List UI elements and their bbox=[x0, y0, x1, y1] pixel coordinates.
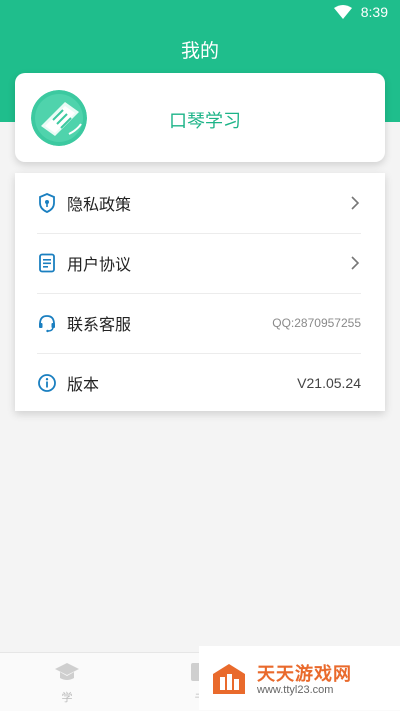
document-icon bbox=[37, 253, 57, 273]
wifi-icon bbox=[334, 5, 352, 19]
watermark-url: www.ttyl23.com bbox=[257, 684, 334, 696]
graduation-cap-icon bbox=[55, 663, 79, 680]
nav-label-learn: 学 bbox=[61, 691, 73, 704]
status-time: 8:39 bbox=[360, 4, 388, 20]
watermark-logo-icon bbox=[213, 664, 245, 694]
shield-icon bbox=[37, 193, 57, 213]
menu-item-version[interactable]: 版本 V21.05.24 bbox=[37, 353, 361, 413]
menu-item-privacy-policy[interactable]: 隐私政策 bbox=[37, 173, 361, 234]
menu-item-user-agreement[interactable]: 用户协议 bbox=[37, 233, 361, 294]
menu-label-user-agreement: 用户协议 bbox=[67, 255, 132, 274]
watermark-title: 天天游戏网 bbox=[257, 664, 352, 685]
chevron-right-icon bbox=[351, 196, 360, 210]
qq-contact-value: QQ:2870957255 bbox=[272, 316, 361, 330]
page-title: 我的 bbox=[180, 40, 219, 62]
profile-name: 口琴学习 bbox=[169, 111, 241, 132]
menu-label-version: 版本 bbox=[67, 375, 100, 394]
info-icon bbox=[37, 373, 57, 393]
menu-label-privacy-policy: 隐私政策 bbox=[67, 195, 132, 214]
nav-item-learn[interactable]: 学 bbox=[37, 661, 97, 705]
chevron-right-icon bbox=[351, 256, 360, 270]
watermark-badge: 天天游戏网 www.ttyl23.com bbox=[199, 646, 400, 710]
menu-label-customer-service: 联系客服 bbox=[67, 315, 132, 334]
profile-card[interactable]: 口琴学习 bbox=[15, 73, 385, 162]
version-value: V21.05.24 bbox=[297, 375, 361, 391]
headset-icon bbox=[37, 313, 57, 333]
status-bar: 8:39 bbox=[0, 0, 400, 24]
menu-item-customer-service[interactable]: 联系客服 QQ:2870957255 bbox=[37, 293, 361, 354]
settings-menu: 隐私政策 用户协议 联系客服 QQ:2870957255 版本 V21.05.2… bbox=[15, 173, 385, 411]
